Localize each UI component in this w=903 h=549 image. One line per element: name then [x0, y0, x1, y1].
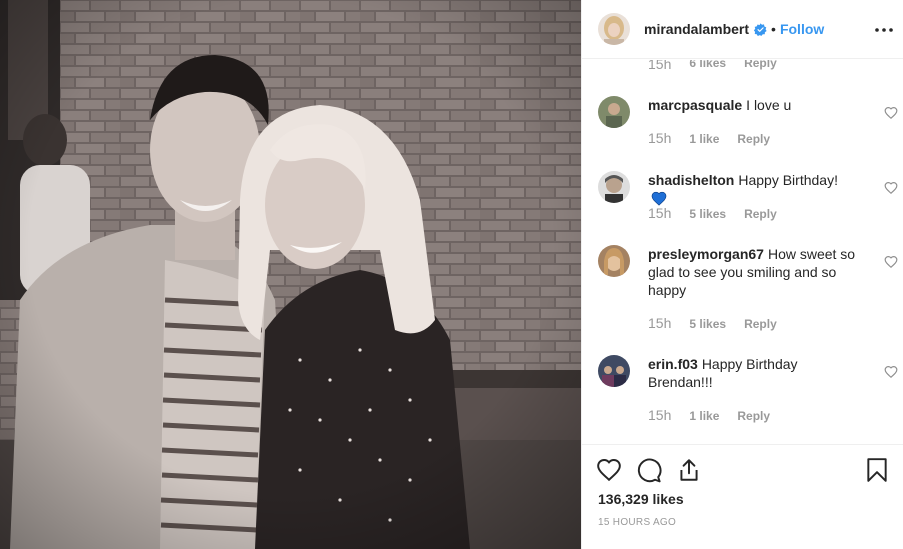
post-actions: 136,329 likes 15 HOURS AGO	[582, 444, 903, 549]
comment-likes[interactable]: 6 likes	[689, 60, 726, 72]
commenter-avatar[interactable]	[598, 245, 630, 277]
comment-time: 15h	[648, 130, 672, 146]
comment-meta: 15h 1 like Reply	[648, 407, 770, 423]
commenter-avatar[interactable]	[598, 96, 630, 128]
comment-likes[interactable]: 5 likes	[689, 317, 726, 331]
post-likes-count[interactable]: 136,329 likes	[598, 491, 684, 507]
comment-likes[interactable]: 1 like	[689, 409, 719, 423]
author-avatar-image	[598, 13, 630, 45]
comment-body: presleymorgan67 How sweet so glad to see …	[648, 245, 858, 299]
author-username[interactable]: mirandalambert	[644, 21, 749, 37]
comment-time: 15h	[648, 205, 672, 221]
bookmark-icon[interactable]	[864, 457, 890, 483]
verified-icon	[754, 22, 767, 36]
comment-like-heart-icon[interactable]	[884, 106, 898, 120]
author-avatar[interactable]	[598, 13, 630, 45]
comment-meta: 15h 5 likes Reply	[648, 315, 777, 331]
more-options-icon[interactable]	[874, 22, 894, 38]
comment-likes[interactable]: 1 like	[689, 132, 719, 146]
comment-like-heart-icon[interactable]	[884, 255, 898, 269]
comment-like-heart-icon[interactable]	[884, 181, 898, 195]
reply-button[interactable]: Reply	[737, 132, 770, 146]
post-side-panel: mirandalambert • Follow 15h 6 likes Repl…	[581, 0, 903, 549]
comment-likes[interactable]: 5 likes	[689, 207, 726, 221]
reply-button[interactable]: Reply	[737, 409, 770, 423]
post-timestamp: 15 HOURS AGO	[598, 517, 677, 528]
comment-icon[interactable]	[636, 457, 662, 483]
clipped-comment-meta: 15h 6 likes Reply	[648, 60, 777, 72]
comment-body: erin.f03 Happy Birthday Brendan!!!	[648, 355, 858, 391]
reply-button[interactable]: Reply	[744, 207, 777, 221]
share-icon[interactable]	[676, 457, 702, 483]
header-separator: •	[771, 21, 776, 37]
commenter-username[interactable]: erin.f03	[648, 356, 698, 372]
instagram-post: mirandalambert • Follow 15h 6 likes Repl…	[0, 0, 903, 549]
comment-meta: 15h 5 likes Reply	[648, 205, 777, 221]
reply-button[interactable]: Reply	[744, 317, 777, 331]
comment-meta: 15h 1 like Reply	[648, 130, 770, 146]
commenter-avatar[interactable]	[598, 171, 630, 203]
commenter-avatar[interactable]	[598, 355, 630, 387]
commenter-avatar-image	[598, 96, 630, 128]
comment-text: Happy Birthday!	[738, 172, 838, 188]
comment-time: 15h	[648, 60, 672, 72]
like-heart-icon[interactable]	[596, 457, 622, 483]
comment-body: shadishelton Happy Birthday!	[648, 171, 858, 207]
commenter-username[interactable]: shadishelton	[648, 172, 734, 188]
commenter-avatar-image	[598, 355, 630, 387]
post-photo[interactable]	[0, 0, 581, 549]
reply-button[interactable]: Reply	[744, 60, 777, 72]
commenter-avatar-image	[598, 245, 630, 277]
comment-text: I love u	[746, 97, 792, 113]
post-header: mirandalambert • Follow	[582, 0, 903, 59]
comment-time: 15h	[648, 407, 672, 423]
blue-heart-emoji-icon	[651, 191, 667, 206]
commenter-username[interactable]: presleymorgan67	[648, 246, 764, 262]
commenter-avatar-image	[598, 171, 630, 203]
comment-like-heart-icon[interactable]	[884, 365, 898, 379]
follow-button[interactable]: Follow	[780, 21, 824, 37]
comment-time: 15h	[648, 315, 672, 331]
commenter-username[interactable]: marcpasquale	[648, 97, 742, 113]
post-photo-image	[0, 0, 581, 549]
comment-body: marcpasquale I love u	[648, 96, 858, 114]
comments-list[interactable]: 15h 6 likes Reply marcpasquale I love u 1…	[582, 60, 903, 444]
